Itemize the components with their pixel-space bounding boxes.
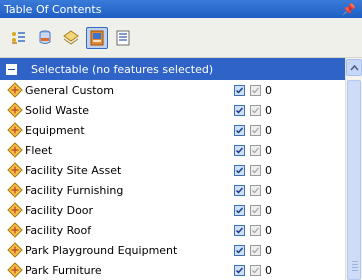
layer-row[interactable]: Equipment 0 <box>0 120 345 140</box>
show-selected-checkbox[interactable] <box>250 84 261 96</box>
group-label: Selectable (no features selected) <box>31 62 214 76</box>
show-selected-checkbox[interactable] <box>250 124 261 136</box>
feature-layer-icon <box>7 262 23 278</box>
feature-layer-icon <box>7 82 23 98</box>
options-button[interactable] <box>112 27 134 49</box>
list-by-visibility-button[interactable] <box>60 27 82 49</box>
feature-layer-icon <box>7 142 23 158</box>
selectable-checkbox[interactable] <box>234 84 245 96</box>
list-by-drawing-order-icon <box>12 31 25 44</box>
layer-label: Park Furniture <box>25 263 102 277</box>
selectable-group-header[interactable]: Selectable (no features selected) <box>0 58 345 80</box>
show-selected-checkbox[interactable] <box>250 204 261 216</box>
list-by-visibility-icon <box>63 29 79 45</box>
layer-row[interactable]: Facility Furnishing 0 <box>0 180 345 200</box>
list-by-source-icon <box>39 30 51 44</box>
pin-icon[interactable]: 📌 <box>342 4 356 15</box>
show-selected-checkbox[interactable] <box>250 104 261 116</box>
layer-row[interactable]: Fleet 0 <box>0 140 345 160</box>
layer-row[interactable]: Facility Site Asset 0 <box>0 160 345 180</box>
vertical-scrollbar[interactable] <box>345 58 362 280</box>
selected-count: 0 <box>265 83 272 97</box>
list-by-selection-button[interactable] <box>86 26 108 49</box>
show-selected-checkbox[interactable] <box>250 164 261 176</box>
feature-layer-icon <box>7 182 23 198</box>
layer-label: Facility Furnishing <box>25 183 124 197</box>
show-selected-checkbox[interactable] <box>250 184 261 196</box>
toc-titlebar: Table Of Contents 📌 <box>0 0 362 18</box>
layer-rows: General Custom 0 Solid Waste 0 Equipment 0 Fle… <box>0 80 345 280</box>
scroll-thumb[interactable] <box>347 80 361 280</box>
layer-label: General Custom <box>25 83 114 97</box>
show-selected-checkbox[interactable] <box>250 224 261 236</box>
selectable-checkbox[interactable] <box>234 204 245 216</box>
selectable-checkbox[interactable] <box>234 124 245 136</box>
layer-row[interactable]: General Custom 0 <box>0 80 345 100</box>
selected-count: 0 <box>265 263 272 277</box>
selectable-checkbox[interactable] <box>234 144 245 156</box>
layer-row[interactable]: Park Playground Equipment 0 <box>0 240 345 260</box>
list-by-source-button[interactable] <box>34 27 56 49</box>
show-selected-checkbox[interactable] <box>250 144 261 156</box>
selected-count: 0 <box>265 103 272 117</box>
selectable-checkbox[interactable] <box>234 224 245 236</box>
selectable-checkbox[interactable] <box>234 104 245 116</box>
feature-layer-icon <box>7 202 23 218</box>
selected-count: 0 <box>265 243 272 257</box>
layer-row[interactable]: Facility Roof 0 <box>0 220 345 240</box>
selected-count: 0 <box>265 203 272 217</box>
feature-layer-icon <box>7 242 23 258</box>
feature-layer-icon <box>7 102 23 118</box>
selectable-checkbox[interactable] <box>234 244 245 256</box>
layer-label: Facility Roof <box>25 223 92 237</box>
layer-label: Facility Site Asset <box>25 163 122 177</box>
selectable-checkbox[interactable] <box>234 184 245 196</box>
selected-count: 0 <box>265 183 272 197</box>
selectable-checkbox[interactable] <box>234 264 245 276</box>
selected-count: 0 <box>265 143 272 157</box>
toc-list: Selectable (no features selected) Genera… <box>0 58 345 280</box>
selectable-checkbox[interactable] <box>234 164 245 176</box>
show-selected-checkbox[interactable] <box>250 244 261 256</box>
layer-label: Fleet <box>25 143 53 157</box>
selected-count: 0 <box>265 123 272 137</box>
selected-count: 0 <box>265 223 272 237</box>
layer-row[interactable]: Facility Door 0 <box>0 200 345 220</box>
feature-layer-icon <box>7 162 23 178</box>
layer-label: Park Playground Equipment <box>25 243 178 257</box>
layer-row[interactable]: Park Furniture 0 <box>0 260 345 280</box>
layer-label: Equipment <box>25 123 85 137</box>
collapse-icon[interactable] <box>6 63 17 75</box>
layer-label: Facility Door <box>25 203 94 217</box>
layer-label: Solid Waste <box>25 103 90 117</box>
list-by-drawing-order-button[interactable] <box>8 27 30 49</box>
feature-layer-icon <box>7 222 23 238</box>
options-icon <box>116 30 130 45</box>
chevron-up-icon <box>349 64 359 71</box>
list-by-selection-icon <box>90 30 104 45</box>
scroll-up-button[interactable] <box>346 59 362 76</box>
feature-layer-icon <box>7 122 23 138</box>
toc-toolbar <box>0 18 362 58</box>
selected-count: 0 <box>265 163 272 177</box>
window-title: Table Of Contents <box>4 2 102 16</box>
show-selected-checkbox[interactable] <box>250 264 261 276</box>
layer-row[interactable]: Solid Waste 0 <box>0 100 345 120</box>
